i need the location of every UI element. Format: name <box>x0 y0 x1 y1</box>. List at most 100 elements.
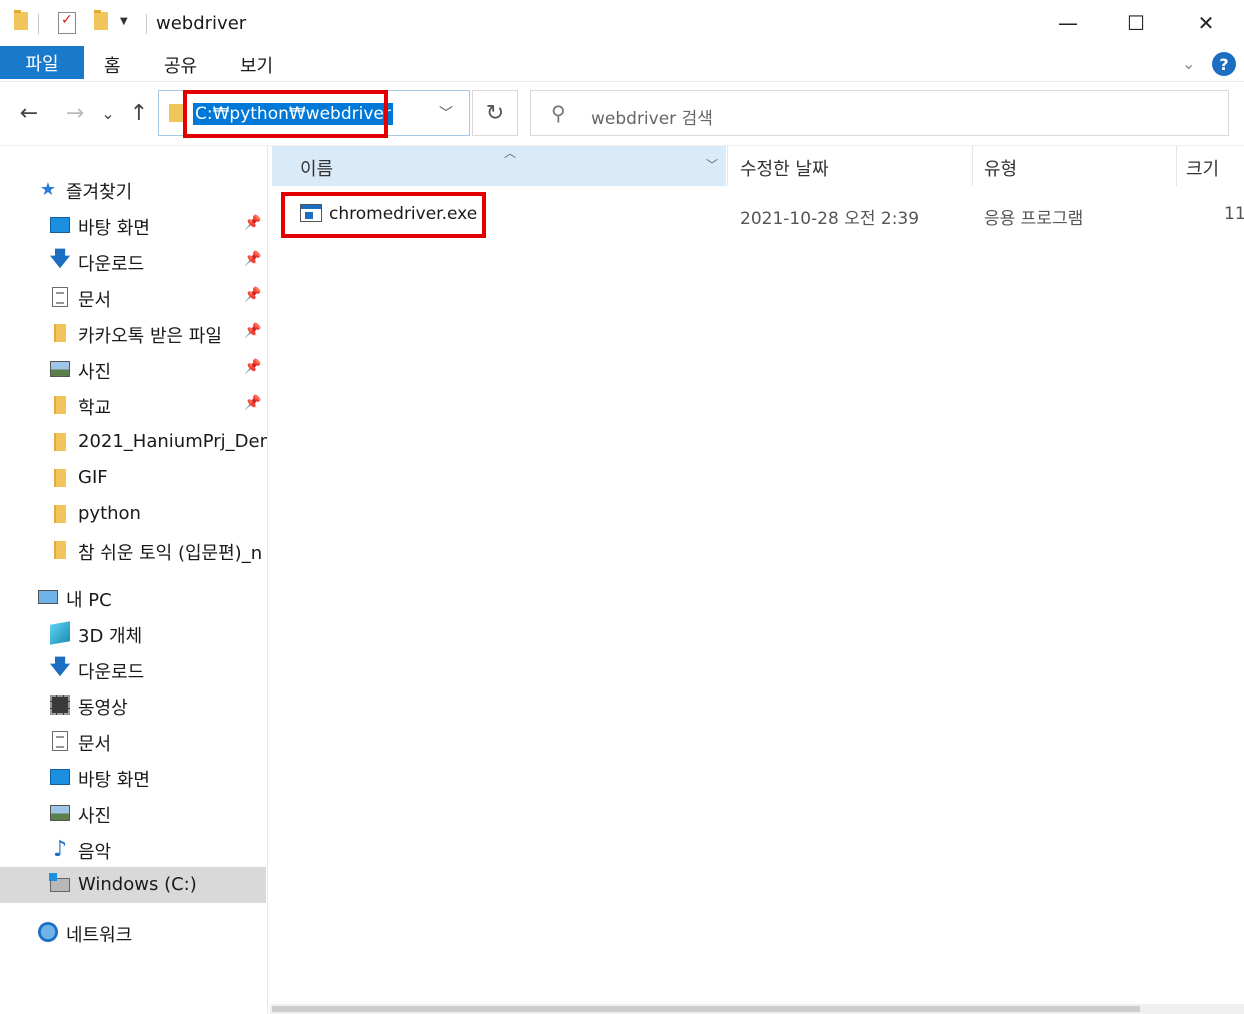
sidebar-item-label: python <box>78 503 141 524</box>
sidebar-item-pc-downloads[interactable]: 🡇 다운로드 <box>0 651 266 687</box>
customize-quick-access-icon[interactable]: ▼ <box>120 16 134 30</box>
pin-icon: 📌 <box>244 359 262 375</box>
pin-icon: 📌 <box>244 323 262 339</box>
sidebar-item-pc-documents[interactable]: 문서 <box>0 723 266 759</box>
ribbon-tabs: 파일 홈 공유 보기 ⌄ ? <box>0 46 1244 82</box>
chevron-down-icon[interactable]: ﹀ <box>439 103 453 123</box>
pictures-icon <box>50 361 70 377</box>
properties-icon[interactable] <box>58 12 76 34</box>
search-icon: ⚲ <box>551 101 566 125</box>
sidebar-item-desktop[interactable]: 바탕 화면 📌 <box>0 207 266 243</box>
file-list: ︿ 이름 ﹀ 수정한 날짜 유형 크기 chromedriver.exe 202… <box>270 146 1244 1014</box>
search-input[interactable]: webdriver 검색 <box>591 104 713 129</box>
sidebar-item-documents[interactable]: 문서 📌 <box>0 279 266 315</box>
sidebar-item-label: 문서 <box>78 734 112 755</box>
sidebar-item-label: 바탕 화면 <box>78 218 150 239</box>
column-separator <box>972 146 973 186</box>
music-icon: ♪ <box>52 836 68 862</box>
sidebar-item-label: 사진 <box>78 362 112 383</box>
separator <box>38 14 39 34</box>
sort-ascending-icon: ︿ <box>504 146 517 160</box>
pin-icon: 📌 <box>244 215 262 231</box>
horizontal-scrollbar[interactable] <box>270 1004 1244 1014</box>
recent-locations-button[interactable]: ⌄ <box>98 98 118 128</box>
sidebar-item-label: 카카오톡 받은 파일 <box>78 326 222 347</box>
folder-icon <box>54 505 66 523</box>
maximize-button[interactable]: ☐ <box>1102 0 1170 46</box>
sidebar-item-quick-access[interactable]: ★ 즐겨찾기 <box>0 171 266 207</box>
sidebar-item-kakaotalk[interactable]: 카카오톡 받은 파일 📌 <box>0 315 266 351</box>
back-button[interactable]: ← <box>14 98 44 128</box>
folder-icon <box>54 324 66 342</box>
sidebar-item-windows-c[interactable]: Windows (C:) <box>0 867 266 903</box>
sidebar-item-label: 음악 <box>78 842 112 863</box>
sidebar-item-label: 즐겨찾기 <box>66 182 133 203</box>
separator <box>146 14 147 34</box>
refresh-button[interactable]: ↻ <box>472 90 518 136</box>
sidebar-item-label: GIF <box>78 467 108 488</box>
desktop-icon <box>50 769 70 785</box>
tab-home[interactable]: 홈 <box>104 52 121 78</box>
sidebar-item-label: 사진 <box>78 806 112 827</box>
sidebar-item-label: 다운로드 <box>78 254 145 275</box>
column-header-modified[interactable]: 수정한 날짜 <box>740 146 970 186</box>
pictures-icon <box>50 805 70 821</box>
sidebar-item-toeic[interactable]: 참 쉬운 토익 (입문편)_n <box>0 532 266 568</box>
minimize-button[interactable]: — <box>1034 0 1102 46</box>
folder-icon <box>169 104 183 122</box>
column-header-type[interactable]: 유형 <box>984 146 1174 186</box>
new-folder-icon[interactable] <box>94 10 108 30</box>
download-icon: 🡇 <box>49 654 71 678</box>
search-box[interactable]: ⚲ webdriver 검색 <box>530 90 1229 136</box>
window-title: webdriver <box>156 13 247 34</box>
pin-icon: 📌 <box>244 251 262 267</box>
sidebar-item-network[interactable]: 네트워크 <box>0 914 266 950</box>
navigation-pane: ★ 즐겨찾기 바탕 화면 📌 🡇 다운로드 📌 문서 📌 카카오톡 받은 파일 … <box>0 146 268 1014</box>
sidebar-item-music[interactable]: ♪ 음악 <box>0 831 266 867</box>
document-icon <box>52 731 68 751</box>
up-button[interactable]: ↑ <box>126 98 152 128</box>
sidebar-item-hanium-demo[interactable]: 2021_HaniumPrj_Demo <box>0 424 268 460</box>
title-bar: ▼ webdriver — ☐ ✕ <box>0 0 1244 46</box>
video-icon <box>50 695 70 715</box>
column-header-label: 유형 <box>984 159 1018 180</box>
sidebar-item-label: 문서 <box>78 290 112 311</box>
sidebar-item-python[interactable]: python <box>0 496 266 532</box>
tab-share[interactable]: 공유 <box>164 52 197 78</box>
tab-file[interactable]: 파일 <box>0 46 84 79</box>
expand-ribbon-icon[interactable]: ⌄ <box>1182 54 1195 73</box>
sidebar-item-label: 3D 개체 <box>78 626 143 647</box>
folder-icon <box>14 10 28 30</box>
folder-icon <box>54 433 66 451</box>
forward-button[interactable]: → <box>60 98 90 128</box>
column-separator <box>727 146 728 186</box>
folder-icon <box>54 396 66 414</box>
close-button[interactable]: ✕ <box>1172 0 1240 46</box>
desktop-icon <box>50 217 70 233</box>
drive-icon <box>49 873 70 892</box>
sidebar-item-videos[interactable]: 동영상 <box>0 687 266 723</box>
column-header-size[interactable]: 크기 <box>1186 146 1244 186</box>
sidebar-item-label: 내 PC <box>66 590 112 611</box>
scrollbar-thumb[interactable] <box>272 1006 1140 1012</box>
help-icon[interactable]: ? <box>1212 52 1236 76</box>
download-icon: 🡇 <box>49 246 71 270</box>
chevron-down-icon[interactable]: ﹀ <box>706 156 718 173</box>
folder-icon <box>54 469 66 487</box>
column-header-name[interactable]: ︿ 이름 ﹀ <box>272 146 726 186</box>
network-icon <box>38 922 58 942</box>
tab-view[interactable]: 보기 <box>240 52 273 78</box>
sidebar-item-pc-pictures[interactable]: 사진 <box>0 795 266 831</box>
sidebar-item-gif[interactable]: GIF <box>0 460 266 496</box>
sidebar-item-this-pc[interactable]: 내 PC <box>0 579 266 615</box>
sidebar-item-pc-desktop[interactable]: 바탕 화면 <box>0 759 266 795</box>
sidebar-item-pictures[interactable]: 사진 📌 <box>0 351 266 387</box>
sidebar-item-3d-objects[interactable]: 3D 개체 <box>0 615 266 651</box>
sidebar-item-label: 다운로드 <box>78 662 145 683</box>
sidebar-item-label: 동영상 <box>78 698 128 719</box>
sidebar-item-label: 2021_HaniumPrj_Demo <box>78 431 268 452</box>
sidebar-item-label: 네트워크 <box>66 925 133 946</box>
file-highlight-box <box>281 192 486 238</box>
sidebar-item-downloads[interactable]: 🡇 다운로드 📌 <box>0 243 266 279</box>
sidebar-item-school[interactable]: 학교 📌 <box>0 387 266 423</box>
